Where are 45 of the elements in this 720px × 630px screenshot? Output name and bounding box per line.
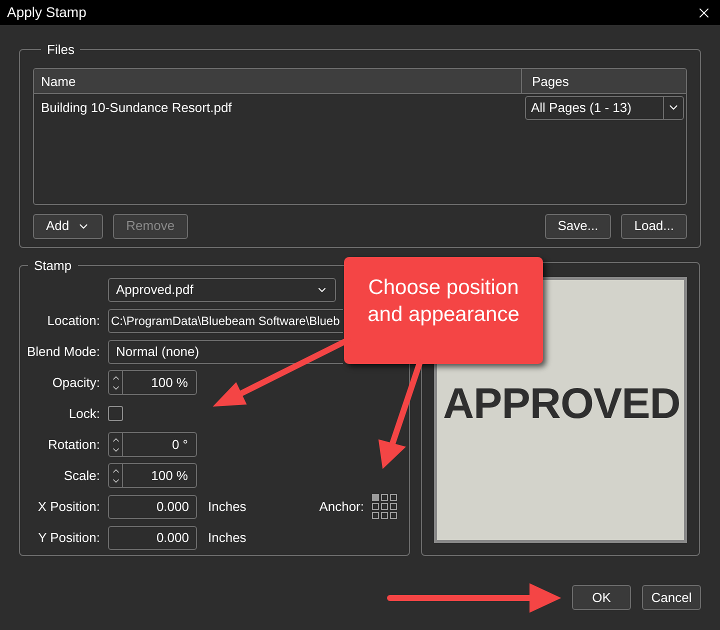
file-name: Building 10-Sundance Resort.pdf xyxy=(40,98,233,117)
lock-checkbox[interactable] xyxy=(108,406,123,421)
dialog-button[interactable]: Save... xyxy=(544,214,612,238)
dialog-button[interactable]: Cancel xyxy=(642,585,701,610)
dialog-button[interactable]: Load... xyxy=(621,214,687,238)
anchor-cell[interactable] xyxy=(372,512,379,519)
callout-text: and appearance xyxy=(368,302,520,328)
spin-field[interactable]: 100 % xyxy=(108,370,197,395)
field-label: Anchor: xyxy=(319,498,364,516)
column-header[interactable]: Pages xyxy=(521,68,686,92)
anchor-cell[interactable] xyxy=(390,494,397,501)
anchor-cell[interactable] xyxy=(381,494,388,501)
anchor-cell[interactable] xyxy=(390,512,397,519)
group-label: Files xyxy=(46,41,76,59)
spin-field[interactable]: 100 % xyxy=(108,463,197,488)
field-label: Y Position: xyxy=(37,528,100,547)
unit-label: Inches xyxy=(208,528,246,547)
anchor-cell[interactable] xyxy=(381,503,388,510)
location-field[interactable]: C:\ProgramData\Bluebeam Software\Blueb xyxy=(108,308,343,332)
anchor-cell[interactable] xyxy=(390,503,397,510)
column-header[interactable]: Name xyxy=(34,68,521,92)
menu-button[interactable]: Add xyxy=(33,214,104,238)
field-label: Blend Mode: xyxy=(26,342,100,361)
position-field[interactable]: 0.000 xyxy=(108,526,197,550)
anchor-cell[interactable] xyxy=(372,494,379,501)
anchor-cell[interactable] xyxy=(372,503,379,510)
window-title: Apply Stamp xyxy=(7,3,86,22)
stamp-text: APPROVED xyxy=(443,378,680,430)
anchor-cell[interactable] xyxy=(381,512,388,519)
field-label: X Position: xyxy=(36,498,100,516)
field-label: Location: xyxy=(46,312,100,330)
blend-mode-dropdown[interactable]: Normal (none) xyxy=(108,340,343,364)
unit-label: Inches xyxy=(208,498,246,516)
callout-text: Choose position xyxy=(368,274,519,300)
field-label: Scale: xyxy=(62,466,100,485)
dialog-button[interactable]: OK xyxy=(572,585,631,610)
group-label: Stamp xyxy=(33,257,73,275)
position-field[interactable]: 0.000 xyxy=(108,494,197,518)
anchor-grid[interactable] xyxy=(372,494,397,519)
pages-dropdown[interactable]: All Pages (1 - 13) xyxy=(525,96,684,120)
field-label: Rotation: xyxy=(46,436,100,454)
stamp-dropdown[interactable]: Approved.pdf xyxy=(108,278,336,302)
field-label: Opacity: xyxy=(51,374,100,392)
field-label: Lock: xyxy=(68,404,100,423)
spin-field[interactable]: 0 ° xyxy=(108,432,197,457)
